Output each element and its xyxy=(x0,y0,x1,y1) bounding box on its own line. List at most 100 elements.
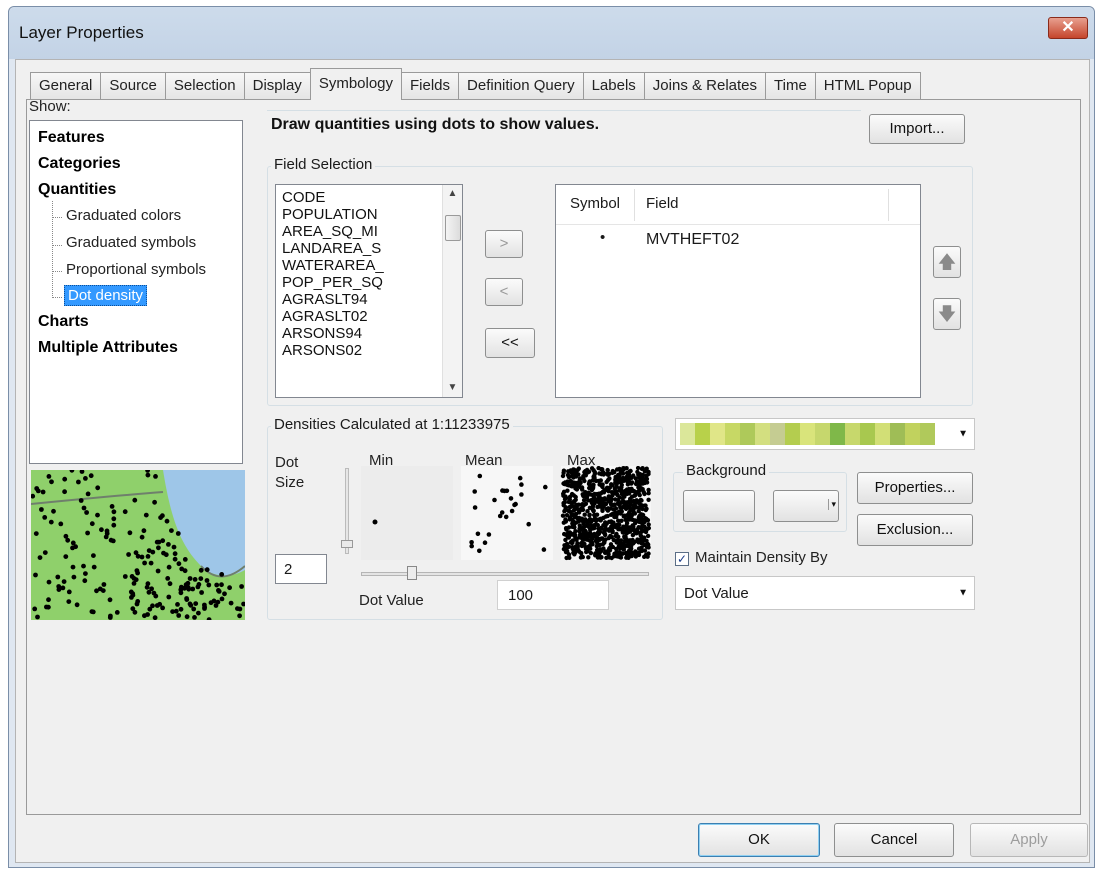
map-dot xyxy=(143,512,149,518)
density-dot xyxy=(584,495,590,500)
tab-general[interactable]: General xyxy=(30,72,102,100)
field-list[interactable]: CODE POPULATION AREA_SQ_MI LANDAREA_S WATERA… xyxy=(275,184,463,398)
map-dot xyxy=(187,576,193,581)
tab-labels[interactable]: Labels xyxy=(582,72,645,100)
tab-joins-relates[interactable]: Joins & Relates xyxy=(643,72,767,100)
tab-definition-query[interactable]: Definition Query xyxy=(458,72,584,100)
dot-value-input[interactable]: 100 xyxy=(497,580,609,610)
move-up-arrow-icon[interactable]: 🡅 xyxy=(933,246,961,278)
color-ramp-dropdown[interactable]: ▼ xyxy=(675,418,975,450)
map-dot xyxy=(46,474,52,479)
exclusion-button[interactable]: Exclusion... xyxy=(857,514,973,546)
tab-display[interactable]: Display xyxy=(243,72,311,100)
scroll-down-arrow-icon[interactable]: ▼ xyxy=(443,379,462,397)
density-dot xyxy=(643,529,649,534)
density-dot xyxy=(646,525,651,531)
background-fill-button[interactable] xyxy=(683,490,755,522)
dot-size-input[interactable]: 2 xyxy=(275,554,327,584)
remove-field-button[interactable]: < xyxy=(485,278,523,306)
properties-button[interactable]: Properties... xyxy=(857,472,973,504)
table-row[interactable]: • MVTHEFT02 xyxy=(556,229,920,253)
density-dot xyxy=(566,535,571,540)
background-outline-button[interactable]: ▾ xyxy=(773,490,839,522)
density-dot xyxy=(587,513,592,518)
map-dot xyxy=(167,581,173,587)
map-dot xyxy=(172,551,178,557)
import-button[interactable]: Import... xyxy=(869,114,965,144)
tab-fields[interactable]: Fields xyxy=(401,72,460,100)
add-field-button[interactable]: > xyxy=(485,230,523,258)
tab-selection[interactable]: Selection xyxy=(164,72,245,100)
tab-symbology[interactable]: Symbology xyxy=(309,68,403,100)
list-item[interactable]: AGRASLT02 xyxy=(282,308,384,325)
tab-time[interactable]: Time xyxy=(765,72,816,100)
tree-item-multiple-attributes[interactable]: Multiple Attributes xyxy=(38,339,178,357)
dot-value-slider-thumb[interactable] xyxy=(407,566,417,580)
map-dot xyxy=(145,612,150,617)
tab-source[interactable]: Source xyxy=(100,72,166,100)
density-dot xyxy=(646,469,651,475)
tree-item-graduated-symbols[interactable]: Graduated symbols xyxy=(66,234,196,251)
density-dot xyxy=(517,475,523,481)
remove-all-fields-button[interactable]: << xyxy=(485,328,535,358)
list-item[interactable]: LANDAREA_S xyxy=(282,240,384,257)
map-dot xyxy=(145,581,151,587)
list-item[interactable]: WATERAREA_ xyxy=(282,257,384,274)
list-item[interactable]: ARSONS02 xyxy=(282,342,384,359)
list-item[interactable]: POPULATION xyxy=(282,206,384,223)
map-dot xyxy=(169,528,174,533)
list-item[interactable]: AREA_SQ_MI xyxy=(282,223,384,240)
scroll-thumb[interactable] xyxy=(445,215,461,241)
symbol-column-header[interactable]: Symbol xyxy=(570,195,620,212)
map-dot xyxy=(152,615,158,620)
density-dot xyxy=(582,543,587,548)
map-dot xyxy=(101,582,107,587)
cancel-button[interactable]: Cancel xyxy=(834,823,954,857)
ok-button[interactable]: OK xyxy=(698,823,820,857)
scroll-up-arrow-icon[interactable]: ▲ xyxy=(443,185,462,203)
tree-item-proportional-symbols[interactable]: Proportional symbols xyxy=(66,261,206,278)
map-dot xyxy=(33,572,38,578)
map-dot xyxy=(179,584,184,590)
dot-value-slider-track[interactable] xyxy=(361,572,649,576)
dot-size-slider-thumb[interactable] xyxy=(341,540,353,548)
map-dot xyxy=(196,610,201,616)
tree-item-graduated-colors[interactable]: Graduated colors xyxy=(66,207,181,224)
close-button[interactable]: ✕ xyxy=(1048,17,1088,39)
map-dot xyxy=(81,563,86,569)
density-dot xyxy=(564,555,569,561)
tab-html-popup[interactable]: HTML Popup xyxy=(814,72,921,100)
field-list-scrollbar[interactable]: ▲ ▼ xyxy=(442,185,462,397)
field-column-header[interactable]: Field xyxy=(646,195,679,212)
map-dot xyxy=(172,556,178,562)
field-selection-label: Field Selection xyxy=(271,156,376,173)
map-dot xyxy=(133,550,139,556)
apply-button[interactable]: Apply xyxy=(970,823,1088,857)
tree-item-charts[interactable]: Charts xyxy=(38,313,89,331)
density-dot xyxy=(560,513,566,518)
map-dot xyxy=(227,585,233,591)
list-item[interactable]: POP_PER_SQ xyxy=(282,274,384,291)
density-dot xyxy=(502,488,507,494)
density-dot xyxy=(636,489,641,494)
list-item[interactable]: AGRASLT94 xyxy=(282,291,384,308)
tree-item-categories[interactable]: Categories xyxy=(38,155,121,173)
tree-item-quantities[interactable]: Quantities xyxy=(38,181,116,199)
maintain-density-dropdown[interactable]: Dot Value ▼ xyxy=(675,576,975,610)
tree-item-dot-density[interactable]: Dot density xyxy=(64,285,148,306)
density-dot xyxy=(611,503,616,508)
density-dot xyxy=(617,479,622,485)
map-dot xyxy=(146,548,152,553)
map-dot xyxy=(42,550,48,555)
density-dot xyxy=(606,506,611,511)
move-down-arrow-icon[interactable]: 🡇 xyxy=(933,298,961,330)
map-dot xyxy=(70,545,75,551)
list-item[interactable]: CODE xyxy=(282,189,384,206)
map-dot xyxy=(58,521,64,527)
tree-item-features[interactable]: Features xyxy=(38,129,105,147)
density-dot xyxy=(482,540,488,545)
density-dot xyxy=(646,551,651,556)
maintain-density-checkbox[interactable]: ✓ xyxy=(675,552,689,566)
list-item[interactable]: ARSONS94 xyxy=(282,325,384,342)
tree-connector xyxy=(52,245,62,246)
